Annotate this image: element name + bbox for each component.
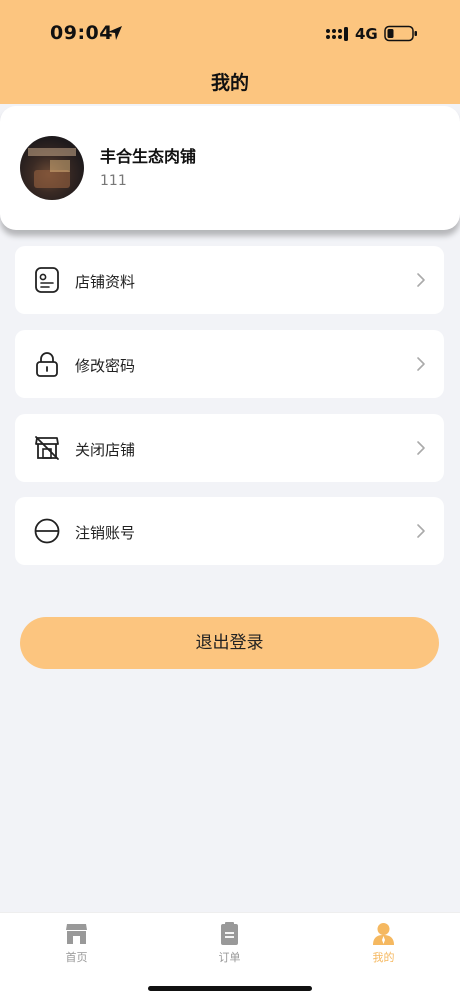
close-store-icon [35, 436, 59, 460]
status-time: 09:04 [50, 22, 113, 44]
home-indicator [148, 986, 312, 991]
tab-label: 订单 [218, 951, 241, 964]
menu-item-label: 修改密码 [75, 357, 136, 375]
tab-mine[interactable]: 我的 [307, 913, 460, 973]
menu-item-deactivate-account[interactable]: 注销账号 [15, 497, 444, 565]
logout-button[interactable]: 退出登录 [20, 617, 439, 669]
status-bar: 09:04 4G [0, 0, 460, 64]
store-info-icon [35, 267, 59, 293]
shop-subtitle: 111 [100, 173, 127, 189]
menu-item-label: 店铺资料 [75, 273, 136, 291]
signal-icon [326, 27, 348, 41]
shop-name: 丰合生态肉铺 [100, 147, 197, 166]
menu-item-store-info[interactable]: 店铺资料 [15, 246, 444, 314]
profile-card[interactable] [0, 106, 460, 230]
menu-item-change-password[interactable]: 修改密码 [15, 330, 444, 398]
person-icon [373, 923, 394, 945]
page-title: 我的 [210, 72, 249, 94]
avatar[interactable] [20, 136, 84, 200]
chevron-right-icon [417, 441, 425, 455]
clipboard-icon [221, 922, 238, 945]
menu-item-label: 关闭店铺 [75, 441, 136, 459]
battery-icon [384, 25, 417, 42]
tab-label: 首页 [65, 951, 88, 964]
deactivate-icon [34, 518, 60, 544]
tab-label: 我的 [372, 951, 395, 964]
chevron-right-icon [417, 357, 425, 371]
menu-item-label: 注销账号 [75, 524, 136, 542]
chevron-right-icon [417, 273, 425, 287]
lock-icon [36, 352, 58, 377]
chevron-right-icon [417, 524, 425, 538]
tab-orders[interactable]: 订单 [153, 913, 306, 973]
menu-item-close-store[interactable]: 关闭店铺 [15, 414, 444, 482]
network-type: 4G [355, 25, 378, 43]
top-header: 09:04 4G 我的 [0, 0, 460, 104]
tab-home[interactable]: 首页 [0, 913, 153, 973]
store-icon [66, 924, 87, 944]
location-arrow-icon [108, 26, 122, 40]
